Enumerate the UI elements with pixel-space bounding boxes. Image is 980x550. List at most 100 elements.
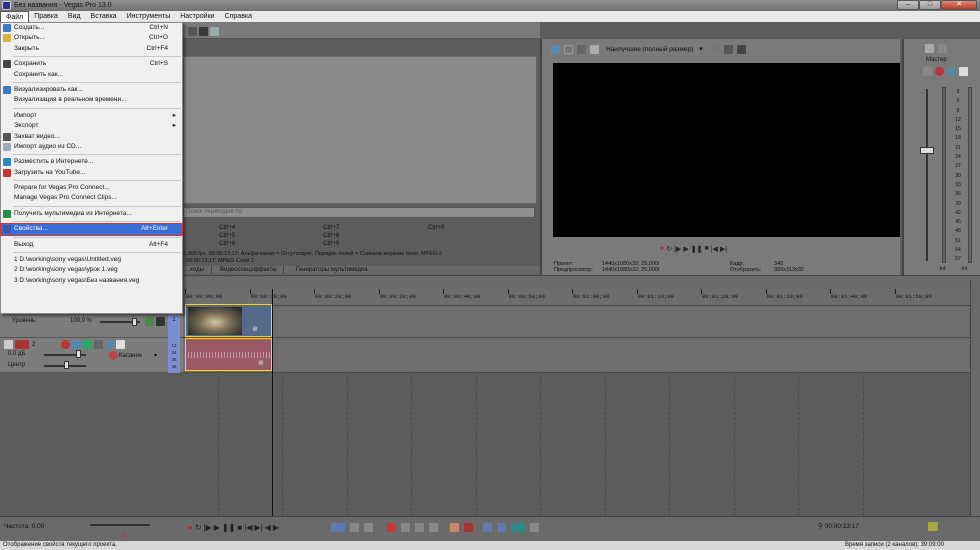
selection-tool-icon[interactable]: [364, 523, 373, 532]
pause-icon[interactable]: ❚❚: [691, 245, 703, 253]
copy-snapshot-icon[interactable]: [723, 44, 733, 54]
play-icon[interactable]: ▶: [214, 523, 220, 532]
file-menu-item[interactable]: Получить мультимедиа из Интернета...: [1, 209, 182, 219]
file-menu-item[interactable]: Визуализировать как...: [1, 85, 182, 95]
menu-tools[interactable]: Инструменты: [122, 11, 176, 22]
play-from-start-icon[interactable]: |▶: [674, 245, 681, 253]
trim-end-icon[interactable]: [429, 523, 438, 532]
tile-view-icon[interactable]: [188, 26, 197, 36]
split-screen-icon[interactable]: [590, 44, 599, 54]
file-menu-item[interactable]: Импорт ▸: [1, 111, 182, 121]
event-fx-icon[interactable]: ⊕: [258, 359, 264, 367]
automation-icon[interactable]: [83, 340, 92, 349]
file-menu-item[interactable]: Prepare for Vegas Pro Connect...: [1, 183, 182, 193]
video-event[interactable]: ⊕: [185, 304, 272, 337]
record-icon[interactable]: ●: [660, 245, 664, 253]
master-fader[interactable]: [920, 147, 934, 154]
arm-record-icon[interactable]: [61, 340, 70, 349]
master-record-icon[interactable]: [935, 67, 944, 76]
solo-icon[interactable]: [959, 67, 968, 76]
pause-icon[interactable]: ❚❚: [222, 523, 235, 532]
track-mute-icon[interactable]: [105, 340, 114, 349]
video-track-lane[interactable]: [183, 306, 970, 338]
preview-props-icon[interactable]: [551, 44, 560, 54]
lock-envelope-icon[interactable]: [450, 523, 459, 532]
track-solo-icon[interactable]: [116, 340, 125, 349]
trim-start-icon[interactable]: [415, 523, 424, 532]
file-menu-item[interactable]: Свойства... Alt+Enter: [0, 223, 183, 236]
play-icon[interactable]: ▶: [683, 245, 688, 253]
file-menu-item[interactable]: Визуализация в реальном времени...: [1, 95, 182, 105]
normal-edit-tool-icon[interactable]: [331, 523, 345, 532]
file-menu-item[interactable]: Сохранить Ctrl+S: [1, 59, 182, 69]
master-dim-icon[interactable]: [938, 43, 947, 53]
menu-insert[interactable]: Вставка: [86, 11, 122, 22]
mute-icon[interactable]: [947, 67, 956, 76]
menu-options[interactable]: Настройки: [175, 11, 219, 22]
save-snapshot-icon[interactable]: [736, 44, 746, 54]
automation-mode-icon[interactable]: [109, 351, 118, 360]
menu-edit[interactable]: Правка: [29, 11, 63, 22]
pan-thumb[interactable]: [64, 361, 69, 369]
file-menu-item[interactable]: 3 D:\working\sony vegas\Без названия.veg: [1, 276, 182, 286]
file-menu-item[interactable]: Разместить в Интернете...: [1, 157, 182, 167]
ripple-edit-icon[interactable]: [511, 523, 525, 532]
menu-view[interactable]: Вид: [63, 11, 86, 22]
transition-search-input[interactable]: Поиск переходов по: [183, 207, 535, 218]
file-menu-item[interactable]: Экспорт ▸: [1, 121, 182, 131]
automation-mode[interactable]: Касание: [119, 353, 142, 359]
go-start-icon[interactable]: |◀: [244, 523, 252, 532]
auto-crossfade-icon[interactable]: [497, 523, 506, 532]
menu-help[interactable]: Справка: [220, 11, 257, 22]
video-preview-screen[interactable]: [553, 63, 900, 237]
track-minimize-icon[interactable]: [4, 340, 13, 349]
view-menu-icon[interactable]: [199, 26, 208, 36]
track-fx-icon[interactable]: [145, 317, 154, 326]
search-icon[interactable]: [210, 26, 219, 36]
audio-track-lane[interactable]: [183, 338, 970, 373]
ignore-grouping-icon[interactable]: [530, 523, 539, 532]
menu-file[interactable]: Файл: [0, 10, 30, 23]
record-icon[interactable]: ●: [188, 523, 193, 532]
bypass-icon[interactable]: [94, 340, 103, 349]
stop-icon[interactable]: ■: [704, 245, 708, 253]
play-from-start-icon[interactable]: |▶: [204, 523, 212, 532]
chevron-down-icon[interactable]: ▾: [699, 45, 703, 53]
master-fx-icon[interactable]: [925, 43, 934, 53]
pan-icon[interactable]: [923, 67, 932, 76]
next-frame-icon[interactable]: ▶|: [720, 245, 727, 253]
transitions-list[interactable]: [183, 56, 537, 204]
volume-thumb[interactable]: [76, 350, 81, 358]
preview-quality-select[interactable]: Наилучшее (полный размер): [606, 46, 693, 53]
timeline-vscroll[interactable]: [970, 280, 980, 516]
file-menu-item[interactable]: Manage Vegas Pro Connect Clips...: [1, 193, 182, 203]
loop-icon[interactable]: ↻: [195, 523, 202, 532]
file-menu-item[interactable]: Закрыть Ctrl+F4: [1, 44, 182, 54]
track-fx-chain-icon[interactable]: [72, 340, 81, 349]
preview-fx-icon[interactable]: [577, 44, 586, 54]
timeline-ruler[interactable]: 00:00:00;00 00:00:10;00 00:00:20;00 00:00:3…: [183, 289, 970, 306]
file-menu-item[interactable]: Выход Alt+F4: [1, 240, 182, 250]
file-menu-item[interactable]: Загрузить на YouTube...: [1, 168, 182, 178]
file-menu-item[interactable]: Сохранить как...: [1, 70, 182, 80]
video-level-thumb[interactable]: [132, 318, 137, 326]
tab-video-fx[interactable]: Видеоспецэффекты: [211, 266, 283, 274]
chevron-down-icon[interactable]: ▾: [154, 352, 157, 359]
minimize-button[interactable]: –: [897, 0, 919, 10]
loop-icon[interactable]: ↻: [666, 245, 672, 253]
next-frame-icon[interactable]: ▶: [273, 523, 279, 532]
file-menu-item[interactable]: Открыть... Ctrl+O: [1, 33, 182, 43]
close-button[interactable]: ✕: [941, 0, 977, 10]
file-menu-item[interactable]: Создать... Ctrl+N: [1, 23, 182, 33]
envelope-tool-icon[interactable]: [350, 523, 359, 532]
trim-icon[interactable]: [401, 523, 410, 532]
file-menu-item[interactable]: 1 D:\working\sony vegas\Untitled.veg: [1, 255, 182, 265]
marker-icon[interactable]: [464, 523, 473, 532]
tab-media-generators[interactable]: Генераторы мультимедиа: [283, 266, 393, 274]
file-menu-item[interactable]: 2 D:\working\sony vegas\урок 1.veg: [1, 265, 182, 275]
external-monitor-icon[interactable]: [564, 44, 573, 54]
file-menu-item[interactable]: Захват видео...: [1, 132, 182, 142]
prev-frame-icon[interactable]: |◀: [711, 245, 718, 253]
stop-icon[interactable]: ■: [237, 523, 242, 532]
snapping-icon[interactable]: [483, 523, 492, 532]
